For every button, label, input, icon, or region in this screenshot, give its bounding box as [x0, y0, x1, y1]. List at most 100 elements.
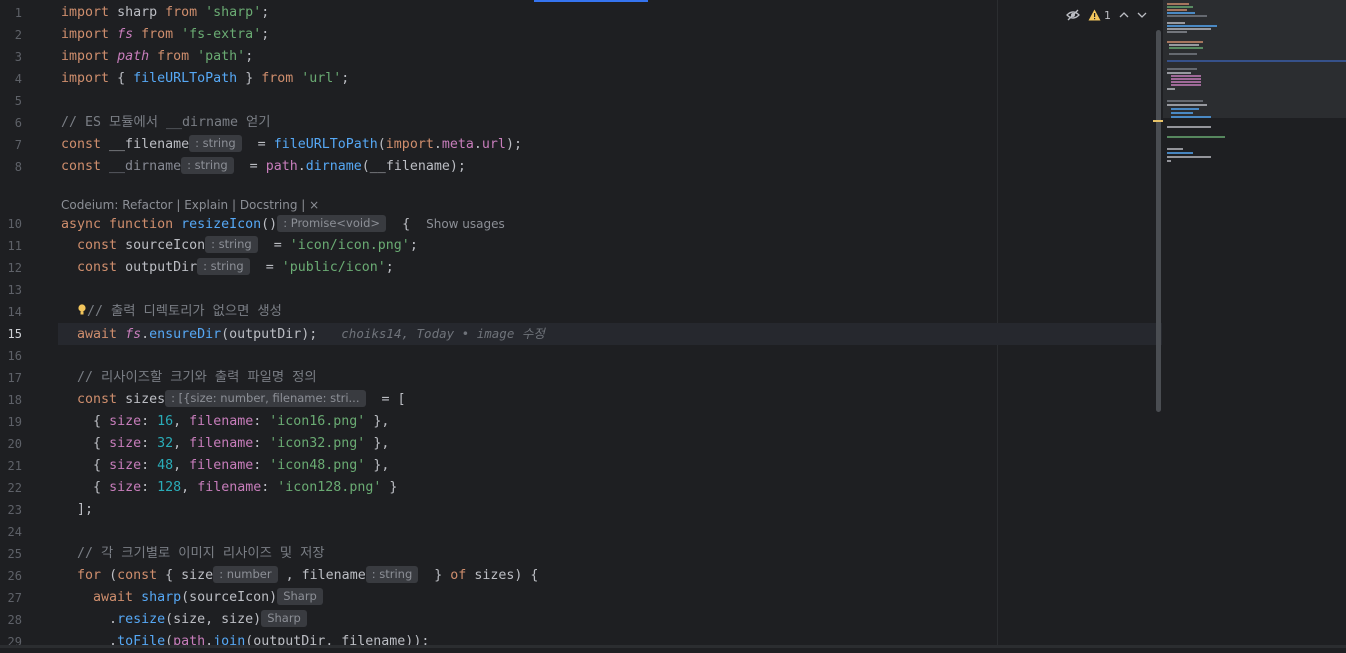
- code-area[interactable]: import sharp from 'sharp'; import fs fro…: [58, 2, 1158, 649]
- reader-mode-toggle[interactable]: [1066, 9, 1080, 21]
- line-number[interactable]: 7: [0, 134, 22, 156]
- line-number[interactable]: 17: [0, 367, 22, 389]
- line-number[interactable]: 21: [0, 455, 22, 477]
- line-number[interactable]: 13: [0, 279, 22, 301]
- code-line-1[interactable]: import sharp from 'sharp';: [61, 2, 269, 24]
- vertical-scrollbar-thumb[interactable]: [1156, 30, 1161, 412]
- minimap-line: [1167, 72, 1191, 74]
- code-line-23[interactable]: ];: [61, 499, 93, 521]
- minimap-line: [1171, 116, 1211, 118]
- line-number[interactable]: 4: [0, 68, 22, 90]
- type-hint: : string: [365, 566, 419, 583]
- minimap-line: [1171, 112, 1193, 114]
- line-number[interactable]: 29: [0, 631, 22, 653]
- minimap-line: [1171, 81, 1201, 83]
- minimap-line: [1171, 78, 1201, 80]
- warning-scroll-marker[interactable]: [1153, 120, 1163, 122]
- code-line-size-entry[interactable]: { size: 128, filename: 'icon128.png' }: [61, 477, 397, 499]
- code-line-size-entry[interactable]: { size: 32, filename: 'icon32.png' },: [61, 433, 389, 455]
- code-line-29[interactable]: .toFile(path.join(outputDir, filename));: [61, 631, 429, 653]
- code-line-15[interactable]: await fs.ensureDir(outputDir); choiks14,…: [61, 323, 545, 345]
- type-hint: : number: [213, 566, 278, 583]
- line-number[interactable]: 24: [0, 521, 22, 543]
- type-hint: : string: [205, 236, 258, 253]
- code-line-size-entry[interactable]: { size: 48, filename: 'icon48.png' },: [61, 455, 389, 477]
- minimap-line: [1167, 126, 1211, 128]
- line-number[interactable]: 10: [0, 213, 22, 235]
- line-number-gutter[interactable]: 1 2 3 4 5 6 7 8 10 11 12 13 14 15 16 17 18 19 20 21 22 23 24 25…: [0, 2, 58, 649]
- previous-highlight-button[interactable]: [1119, 11, 1129, 19]
- code-line-27[interactable]: await sharp(sourceIcon) Sharp: [61, 587, 323, 609]
- line-number[interactable]: 3: [0, 46, 22, 68]
- code-line-28[interactable]: .resize(size, size) Sharp: [61, 609, 307, 631]
- line-number[interactable]: 19: [0, 411, 22, 433]
- line-number[interactable]: 2: [0, 24, 22, 46]
- minimap-line: [1169, 44, 1199, 46]
- minimap-line: [1167, 22, 1185, 24]
- line-number[interactable]: 18: [0, 389, 22, 411]
- inspection-widget[interactable]: 1: [1066, 6, 1147, 24]
- line-number[interactable]: 26: [0, 565, 22, 587]
- minimap-line: [1167, 160, 1171, 162]
- code-line-7[interactable]: const __filename: string = fileURLToPath…: [61, 134, 522, 156]
- line-number[interactable]: 25: [0, 543, 22, 565]
- code-line-8[interactable]: const __dirname: string = path.dirname(_…: [61, 156, 466, 178]
- line-number[interactable]: 12: [0, 257, 22, 279]
- minimap-line: [1167, 152, 1193, 154]
- minimap-line: [1167, 156, 1211, 158]
- type-hint: Sharp: [277, 588, 323, 605]
- line-number[interactable]: 14: [0, 301, 22, 323]
- git-blame-annotation[interactable]: choiks14, Today • image 수정: [341, 326, 545, 341]
- line-number[interactable]: 11: [0, 235, 22, 257]
- line-number[interactable]: 8: [0, 156, 22, 178]
- line-number[interactable]: 20: [0, 433, 22, 455]
- next-highlight-button[interactable]: [1137, 11, 1147, 19]
- minimap-line: [1167, 68, 1197, 70]
- code-line-4[interactable]: import { fileURLToPath } from 'url';: [61, 68, 349, 90]
- code-line-2[interactable]: import fs from 'fs-extra';: [61, 24, 269, 46]
- code-line-14[interactable]: // 출력 디렉토리가 없으면 생성: [61, 301, 282, 323]
- line-number[interactable]: 1: [0, 2, 22, 24]
- line-number[interactable]: 22: [0, 477, 22, 499]
- code-line-25[interactable]: // 각 크기별로 이미지 리사이즈 및 저장: [61, 543, 325, 565]
- chevron-down-icon: [1137, 12, 1147, 18]
- minimap-line: [1167, 104, 1207, 106]
- line-number[interactable]: 6: [0, 112, 22, 134]
- warning-count: 1: [1104, 8, 1111, 22]
- code-line-12[interactable]: const outputDir: string = 'public/icon';: [61, 257, 394, 279]
- lightbulb-icon[interactable]: [77, 303, 87, 317]
- code-line-6[interactable]: // ES 모듈에서 __dirname 얻기: [61, 112, 271, 134]
- type-hint: Sharp: [261, 610, 307, 627]
- show-usages-link[interactable]: Show usages: [426, 217, 505, 231]
- minimap-line: [1167, 136, 1225, 138]
- minimap-line: [1169, 53, 1197, 55]
- minimap-line: [1167, 25, 1217, 27]
- minimap-line: [1167, 9, 1187, 11]
- minimap-line: [1167, 60, 1346, 62]
- minimap-line: [1167, 41, 1203, 43]
- code-line-26[interactable]: for (const { size: number , filename: st…: [61, 565, 538, 587]
- minimap-line: [1167, 31, 1187, 33]
- line-number[interactable]: 5: [0, 90, 22, 112]
- line-number[interactable]: 28: [0, 609, 22, 631]
- minimap-line: [1167, 3, 1189, 5]
- minimap-line: [1169, 47, 1203, 49]
- code-line-10[interactable]: async function resizeIcon(): Promise<voi…: [61, 213, 505, 235]
- chevron-up-icon: [1119, 12, 1129, 18]
- line-number[interactable]: 16: [0, 345, 22, 367]
- minimap-line: [1171, 84, 1201, 86]
- line-number[interactable]: 27: [0, 587, 22, 609]
- code-line-3[interactable]: import path from 'path';: [61, 46, 253, 68]
- minimap-line: [1167, 12, 1195, 14]
- minimap-line: [1167, 100, 1203, 102]
- code-line-18[interactable]: const sizes: [{size: number, filename: s…: [61, 389, 406, 411]
- line-number[interactable]: 15: [0, 323, 22, 345]
- code-line-size-entry[interactable]: { size: 16, filename: 'icon16.png' },: [61, 411, 389, 433]
- warnings-counter[interactable]: 1: [1088, 9, 1111, 22]
- code-minimap[interactable]: [1163, 0, 1346, 648]
- type-hint: : string: [189, 135, 242, 152]
- code-editor[interactable]: 1 2 3 4 5 6 7 8 10 11 12 13 14 15 16 17 18 19 20 21 22 23 24 25…: [0, 0, 1346, 649]
- code-line-17[interactable]: // 리사이즈할 크기와 출력 파일명 정의: [61, 367, 317, 389]
- line-number[interactable]: 23: [0, 499, 22, 521]
- code-line-11[interactable]: const sourceIcon: string = 'icon/icon.pn…: [61, 235, 418, 257]
